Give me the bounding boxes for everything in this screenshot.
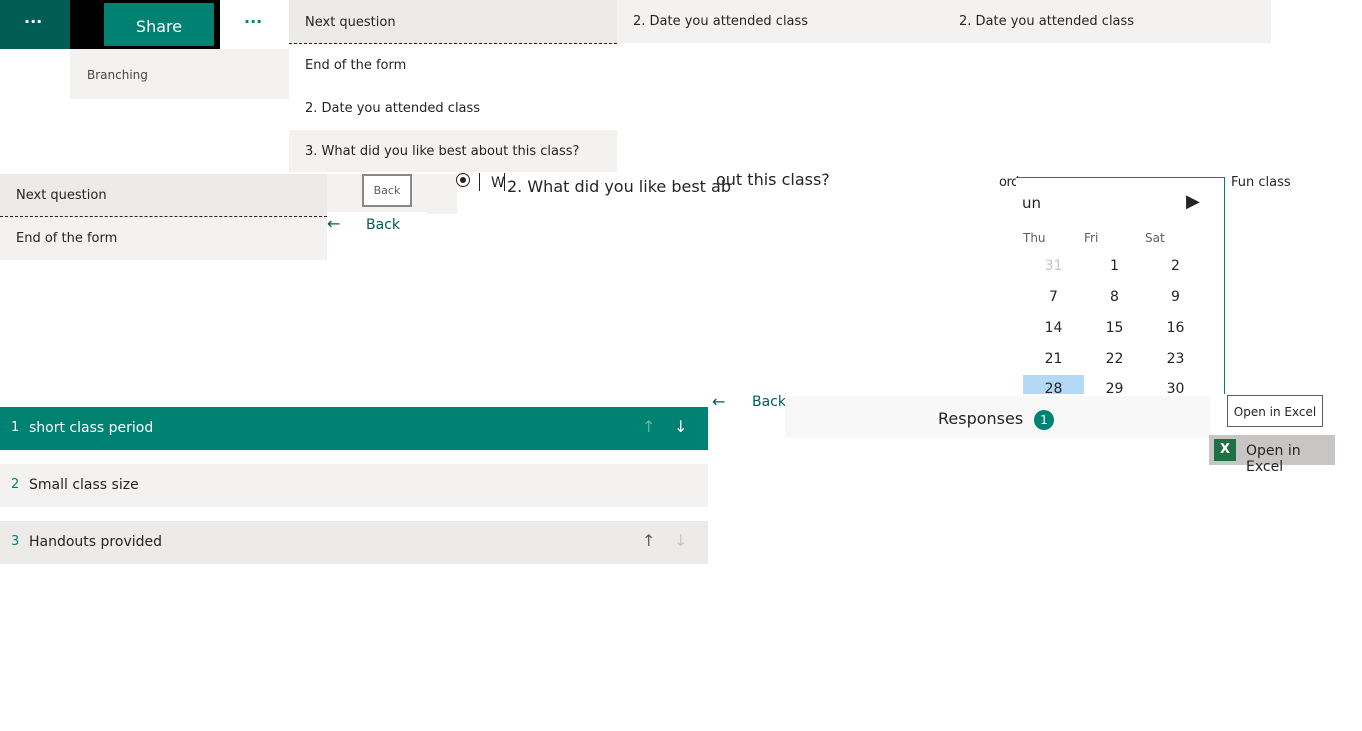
rank-number: 2 (11, 477, 20, 492)
more-options-button[interactable]: ··· (220, 0, 289, 49)
rank-label: short class period (29, 420, 154, 436)
weekday-fri: Fri (1084, 231, 1099, 245)
weekday-thu: Thu (1023, 231, 1046, 245)
open-in-excel-button[interactable]: X Open in Excel (1209, 435, 1335, 475)
rank-label: Small class size (29, 477, 139, 493)
calendar-day[interactable]: 1 (1084, 255, 1145, 277)
input-caret (479, 173, 480, 191)
branching-panel: Branching (70, 49, 289, 99)
header-label-a: 2. Date you attended class (633, 14, 809, 29)
glitch-text-right: Fun class (1231, 175, 1291, 190)
calendar-day[interactable]: 2 (1145, 255, 1206, 277)
dropdown-item-next-question[interactable]: Next question (0, 174, 327, 217)
question-title: 2. What did you like best ab (507, 177, 731, 196)
month-label: un (1022, 194, 1042, 212)
calendar-day-selected[interactable]: 28 (1023, 375, 1084, 394)
topbar-more-button[interactable]: ··· (0, 0, 70, 49)
calendar-day[interactable]: 7 (1023, 286, 1084, 308)
rank-number: 3 (11, 534, 20, 549)
dropdown-item-label: 2. Date you attended class (305, 101, 481, 116)
responses-tab[interactable]: Responses 1 (785, 396, 1210, 438)
dropdown-item-end-of-form[interactable]: End of the form (0, 217, 327, 260)
excel-icon: X (1214, 439, 1236, 461)
calendar-day[interactable]: 9 (1145, 286, 1206, 308)
move-down-icon[interactable]: ↓ (674, 531, 687, 550)
back-arrow-icon: ← (712, 392, 726, 411)
calendar-day[interactable]: 22 (1084, 348, 1145, 370)
more-icon: ··· (24, 12, 43, 31)
move-down-icon[interactable]: ↓ (674, 417, 687, 436)
next-month-icon[interactable]: ▶ (1186, 191, 1200, 212)
calendar-day[interactable]: 31 (1023, 255, 1084, 277)
header-label-b: 2. Date you attended class (959, 14, 1135, 29)
dropdown-item-label: End of the form (305, 58, 407, 73)
header-strip: 2. Date you attended class 2. Date you a… (617, 0, 1271, 43)
calendar-day[interactable]: 23 (1145, 348, 1206, 370)
calendar-day[interactable]: 15 (1084, 317, 1145, 339)
radio-option[interactable] (456, 173, 470, 187)
responses-count-badge: 1 (1034, 410, 1054, 430)
calendar-day[interactable]: 30 (1145, 375, 1206, 394)
rank-label: Handouts provided (29, 534, 162, 550)
move-up-icon[interactable]: ↑ (642, 417, 655, 436)
date-picker: un ▶ Thu Fri Sat 31 1 2 7 8 9 14 15 16 2… (1016, 177, 1225, 394)
share-label: Share (135, 17, 183, 36)
ranking-row[interactable]: 1 short class period ↑ ↓ (0, 407, 708, 450)
calendar-day[interactable]: 16 (1145, 317, 1206, 339)
share-button[interactable]: Share (104, 3, 214, 46)
open-in-excel-label: Open in Excel (1233, 405, 1317, 419)
back-link-label: Back (366, 217, 400, 233)
dropdown-item-label: 3. What did you like best about this cla… (305, 144, 580, 159)
ranking-row[interactable]: 2 Small class size (0, 464, 708, 507)
responses-label: Responses (938, 409, 1024, 428)
calendar-day[interactable]: 14 (1023, 317, 1084, 339)
back-link-secondary[interactable]: ← Back (712, 392, 786, 414)
open-in-excel-button-outline[interactable]: Open in Excel (1227, 395, 1323, 427)
move-up-icon[interactable]: ↑ (642, 531, 655, 550)
radio-dot-icon (460, 177, 466, 183)
dropdown-item-question-2[interactable]: 2. Date you attended class (289, 87, 617, 130)
branch-dropdown: Next question End of the form 2. Date yo… (289, 0, 617, 172)
rank-number: 1 (11, 420, 20, 435)
question-title-tail: out this class? (716, 170, 830, 189)
back-button-small[interactable]: Back (362, 174, 412, 207)
open-in-excel-label: Open in Excel (1246, 443, 1301, 475)
back-arrow-icon: ← (327, 214, 341, 233)
branching-label: Branching (87, 68, 148, 82)
back-link-label: Back (752, 394, 786, 410)
dropdown-item-label: End of the form (16, 231, 118, 246)
back-small-label: Back (373, 184, 401, 197)
dropdown-item-label: Next question (16, 188, 107, 203)
calendar-day[interactable]: 21 (1023, 348, 1084, 370)
back-link[interactable]: ← Back (327, 212, 427, 238)
ranking-row[interactable]: 3 Handouts provided ↑ ↓ (0, 521, 708, 564)
question-input-partial[interactable]: W (491, 175, 505, 191)
calendar-day[interactable]: 8 (1084, 286, 1145, 308)
dropdown-item-end-of-form[interactable]: End of the form (289, 44, 617, 87)
more-icon: ··· (244, 12, 263, 31)
dropdown-item-question-3[interactable]: 3. What did you like best about this cla… (289, 130, 617, 172)
dropdown-item-label: Next question (305, 15, 396, 30)
input-caret (504, 173, 505, 191)
dropdown-item-next-question[interactable]: Next question (289, 0, 617, 44)
calendar-day[interactable]: 29 (1084, 375, 1145, 394)
weekday-sat: Sat (1145, 231, 1165, 245)
branch-dropdown-secondary: Next question End of the form (0, 174, 327, 260)
